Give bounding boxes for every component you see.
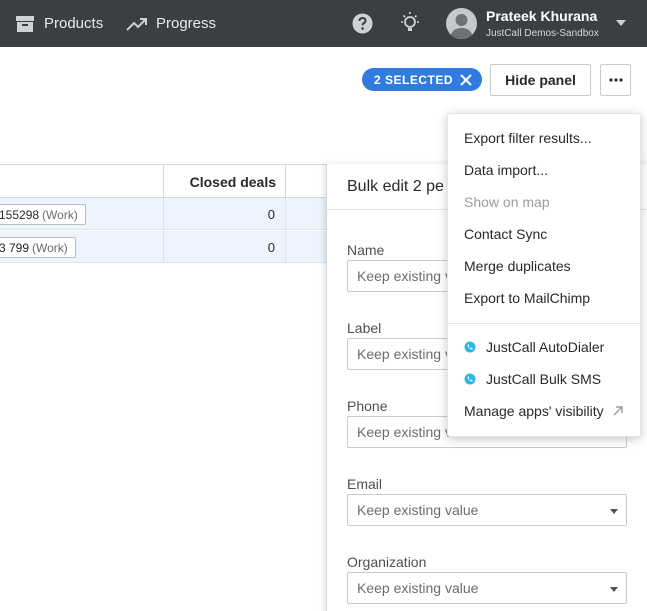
chevron-down-icon[interactable] (616, 20, 626, 26)
menu-item-label: Contact Sync (464, 226, 548, 242)
email-select[interactable]: Keep existing value (347, 494, 627, 526)
label-select-value: Keep existing va (357, 346, 460, 362)
menu-item-label: Manage apps' visibility (464, 403, 604, 419)
name-select-value: Keep existing va (357, 268, 460, 284)
help-icon[interactable] (352, 13, 373, 34)
menu-divider (448, 323, 640, 324)
user-icon (450, 14, 473, 39)
phone-chip[interactable]: 155298 (Work) (0, 204, 86, 225)
phone-type: (Work) (32, 240, 68, 255)
cell-divider (285, 198, 286, 230)
menu-item-justcall-autodialer[interactable]: JustCall AutoDialer (448, 331, 640, 363)
menu-item-label: Show on map (464, 194, 550, 210)
more-actions-menu: Export filter results... Data import... … (447, 113, 641, 437)
bulk-edit-title: Bulk edit 2 pe (347, 178, 444, 195)
closed-deals-cell: 0 (267, 206, 275, 222)
phone-number: 3 799 (0, 240, 30, 255)
organization-select[interactable]: Keep existing value (347, 572, 627, 604)
menu-item-justcall-bulk-sms[interactable]: JustCall Bulk SMS (448, 363, 640, 395)
menu-item-export-filter-results[interactable]: Export filter results... (448, 122, 640, 154)
external-link-icon (612, 405, 624, 417)
menu-item-label: Merge duplicates (464, 258, 571, 274)
menu-item-label: JustCall AutoDialer (486, 339, 605, 355)
table-row[interactable]: 155298 (Work) 0 (0, 198, 330, 230)
trend-up-icon (126, 17, 147, 31)
field-label-name: Name (347, 242, 385, 258)
phone-chip[interactable]: 3 799 (Work) (0, 237, 76, 258)
menu-item-export-to-mailchimp[interactable]: Export to MailChimp (448, 282, 640, 314)
lightbulb-icon[interactable] (399, 11, 421, 35)
phone-type: (Work) (42, 207, 78, 222)
nav-progress-label: Progress (156, 15, 217, 32)
menu-item-manage-apps-visibility[interactable]: Manage apps' visibility (448, 395, 640, 427)
menu-item-contact-sync[interactable]: Contact Sync (448, 218, 640, 250)
phone-number: 155298 (0, 207, 40, 222)
organization-select-value: Keep existing value (357, 580, 479, 596)
menu-item-show-on-map: Show on map (448, 186, 640, 218)
selected-count-label: 2 SELECTED (374, 72, 454, 87)
menu-item-merge-duplicates[interactable]: Merge duplicates (448, 250, 640, 282)
field-label-phone: Phone (347, 398, 388, 414)
email-select-value: Keep existing value (357, 502, 479, 518)
close-icon[interactable] (460, 73, 472, 86)
hide-panel-button[interactable]: Hide panel (490, 64, 591, 96)
phone-select-value: Keep existing va (357, 424, 460, 440)
justcall-app-icon (464, 373, 476, 385)
column-header-closed-deals[interactable]: Closed deals (164, 165, 285, 198)
selected-count-badge[interactable]: 2 SELECTED (362, 68, 483, 91)
more-actions-button[interactable] (600, 64, 631, 96)
table-row[interactable]: 3 799 (Work) 0 (0, 231, 330, 263)
nav-products[interactable]: Products (14, 0, 103, 47)
avatar[interactable] (446, 8, 477, 39)
chevron-down-icon (610, 509, 618, 514)
field-label-organization: Organization (347, 554, 427, 570)
top-nav: Products Progress Prateek Khurana JustCa… (0, 0, 647, 47)
menu-item-label: Data import... (464, 162, 549, 178)
menu-item-label: Export filter results... (464, 130, 592, 146)
nav-products-label: Products (44, 15, 104, 32)
justcall-app-icon (464, 341, 476, 353)
column-divider[interactable] (285, 165, 286, 198)
closed-deals-cell: 0 (267, 239, 275, 255)
menu-item-label: JustCall Bulk SMS (486, 371, 602, 387)
chevron-down-icon (610, 587, 618, 592)
nav-progress[interactable]: Progress (126, 0, 216, 47)
box-icon (16, 15, 34, 32)
user-name[interactable]: Prateek Khurana (486, 8, 597, 24)
ellipsis-icon (608, 78, 623, 82)
field-label-email: Email (347, 476, 383, 492)
menu-item-data-import[interactable]: Data import... (448, 154, 640, 186)
user-company[interactable]: JustCall Demos-Sandbox (486, 28, 599, 39)
cell-divider (285, 231, 286, 263)
field-label-label: Label (347, 320, 382, 336)
menu-item-label: Export to MailChimp (464, 290, 591, 306)
